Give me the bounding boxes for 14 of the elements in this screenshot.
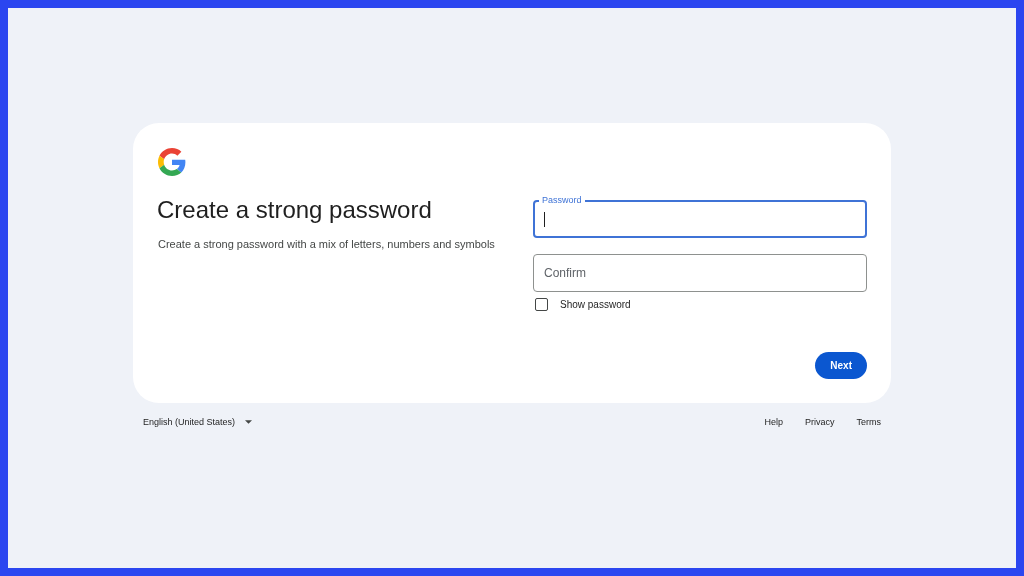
- language-selector[interactable]: English (United States): [143, 417, 236, 427]
- confirm-field[interactable]: Confirm: [533, 254, 867, 292]
- next-button[interactable]: Next: [815, 352, 867, 379]
- checkbox-label[interactable]: Show password: [560, 299, 631, 310]
- footer-link[interactable]: Help: [764, 417, 783, 427]
- text-cursor: [544, 212, 545, 227]
- field-label: Password: [539, 194, 585, 206]
- footer-link[interactable]: Privacy: [805, 417, 835, 427]
- dropdown-icon[interactable]: [245, 420, 253, 424]
- subtitle: Create a strong password with a mix of letters, numbers and symbols: [158, 238, 496, 250]
- page-heading: Create a strong password: [157, 196, 433, 224]
- footer-link[interactable]: Terms: [856, 417, 881, 427]
- checkbox[interactable]: [535, 298, 548, 311]
- logo-icon: [158, 148, 186, 176]
